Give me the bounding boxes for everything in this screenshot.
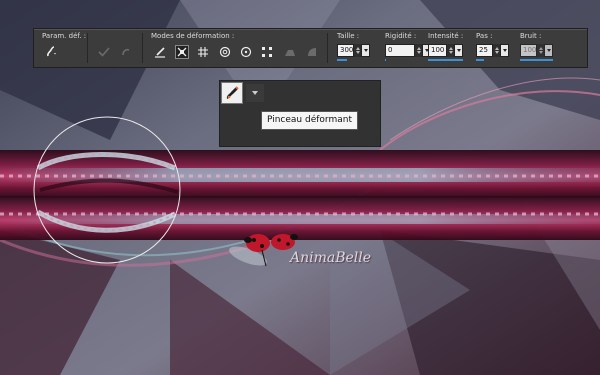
intensity-spinner[interactable]: 100 [428,44,463,57]
presets-label: Param. déf. : [42,32,87,40]
step-slider[interactable] [476,59,485,61]
size-value[interactable]: 300 [337,44,354,57]
intensity-dropdown[interactable] [454,44,463,57]
size-label: Taille : [337,32,360,40]
separator [87,33,88,63]
stiffness-label: Rigidité : [385,32,417,40]
expand-icon[interactable] [175,45,189,59]
noise-slider[interactable] [520,59,553,61]
push-icon[interactable] [153,45,167,59]
size-dropdown[interactable] [361,44,370,57]
intensity-value[interactable]: 100 [428,44,447,57]
twirl-right-icon[interactable] [218,45,232,59]
noise-spinner[interactable]: 100 [520,44,553,57]
apply-icon[interactable] [97,45,111,59]
stiffness-slider[interactable] [385,59,386,61]
warp-brush-toolbar: Param. déf. : Modes de déformation : Tai… [33,28,588,68]
unwarp-icon[interactable] [305,45,319,59]
noise-stepper[interactable] [537,44,544,57]
modes-label: Modes de déformation : [151,32,235,40]
step-spinner[interactable]: 25 [476,44,509,57]
separator [327,33,328,63]
presets-dropdown[interactable] [44,45,58,59]
intensity-label: Intensité : [428,32,464,40]
step-label: Pas : [476,32,493,40]
step-stepper[interactable] [493,44,500,57]
stiffness-spinner[interactable]: 0 [385,44,431,57]
noise-dropdown[interactable] [544,44,553,57]
intensity-slider[interactable] [428,59,463,61]
twirl-left-icon[interactable] [239,45,253,59]
watermark-text: AnimaBelle [290,250,372,266]
warp-brush-icon[interactable] [221,82,243,104]
tooltip: Pinceau déformant [261,111,358,130]
noise-icon[interactable] [260,45,274,59]
size-spinner[interactable]: 300 [337,44,370,57]
size-slider[interactable] [337,59,347,61]
tool-dropdown-chevron-icon[interactable] [246,84,264,102]
noise-value[interactable]: 100 [520,44,537,57]
size-stepper[interactable] [354,44,361,57]
separator [142,33,143,63]
intensity-stepper[interactable] [447,44,454,57]
iron-icon[interactable] [283,45,297,59]
stiffness-value[interactable]: 0 [385,44,415,57]
stiffness-stepper[interactable] [415,44,422,57]
undo-icon[interactable] [119,45,133,59]
step-dropdown[interactable] [500,44,509,57]
step-value[interactable]: 25 [476,44,493,57]
contract-icon[interactable] [196,45,210,59]
noise-label: Bruit : [520,32,542,40]
